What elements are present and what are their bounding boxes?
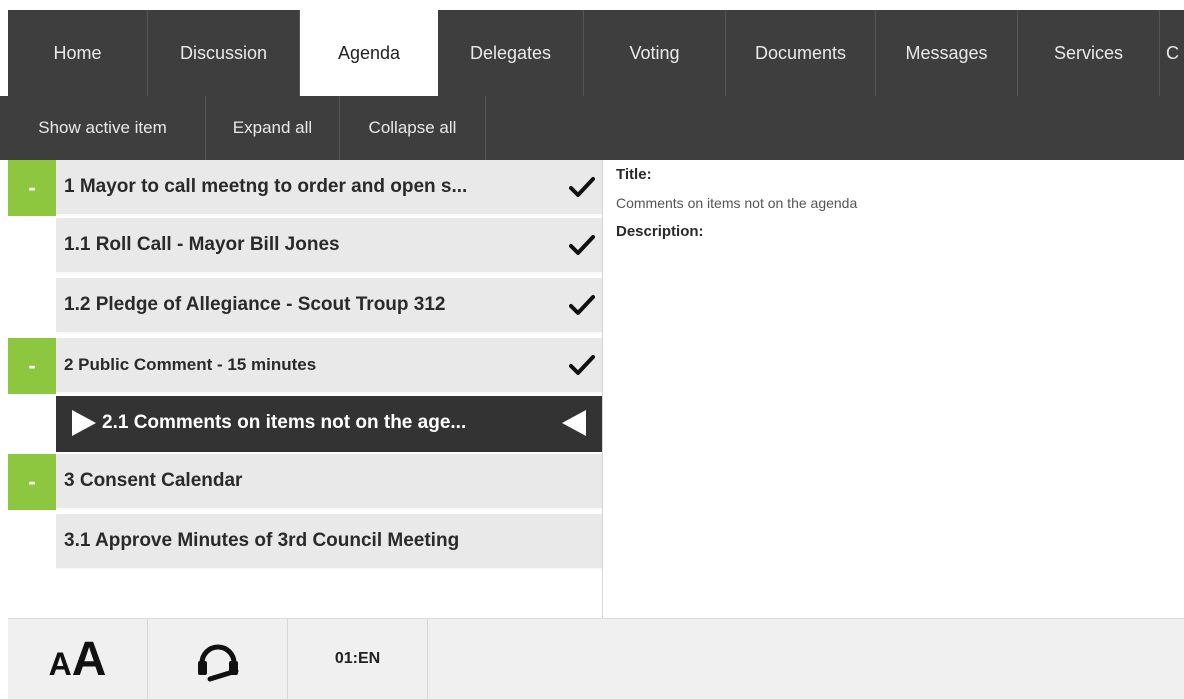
agenda-item[interactable]: 1.2 Pledge of Allegiance - Scout Troup 3… <box>8 278 602 334</box>
title-value: Comments on items not on the agenda <box>616 195 858 211</box>
description-label: Description: <box>616 223 704 240</box>
agenda-item-label: 2 Public Comment - 15 minutes <box>64 355 317 374</box>
agenda-item[interactable]: 1.1 Roll Call - Mayor Bill Jones <box>8 218 602 274</box>
headset-button[interactable] <box>148 619 288 699</box>
collapse-toggle[interactable]: - <box>8 454 56 510</box>
agenda-item-body[interactable]: 1.1 Roll Call - Mayor Bill Jones <box>56 218 602 274</box>
check-icon <box>562 294 602 316</box>
collapse-toggle[interactable]: - <box>8 160 56 216</box>
agenda-item[interactable]: - 3 Consent Calendar <box>8 454 602 510</box>
title-label: Title: <box>616 166 652 183</box>
agenda-item-body[interactable]: 1.2 Pledge of Allegiance - Scout Troup 3… <box>56 278 602 334</box>
tab-messages[interactable]: Messages <box>876 10 1018 96</box>
language-channel-label: 01:EN <box>334 650 381 667</box>
footer-bar: AA 01:EN <box>8 618 1184 699</box>
play-right-icon <box>70 408 98 438</box>
agenda-item-label: 1.2 Pledge of Allegiance - Scout Troup 3… <box>64 294 446 315</box>
expand-all-button[interactable]: Expand all <box>206 96 340 160</box>
agenda-item-label: 2.1 Comments on items not on the age... <box>102 412 467 433</box>
language-channel-button[interactable]: 01:EN <box>288 619 428 699</box>
text-size-button[interactable]: AA <box>8 619 148 699</box>
agenda-item-body[interactable]: 3.1 Approve Minutes of 3rd Council Meeti… <box>56 514 602 570</box>
pane-divider <box>602 160 603 618</box>
text-size-big: A <box>71 632 107 686</box>
main-nav: Home Discussion Agenda Delegates Voting … <box>8 10 1184 96</box>
agenda-toolbar: Show active item Expand all Collapse all <box>0 96 1184 160</box>
agenda-item-label: 3.1 Approve Minutes of 3rd Council Meeti… <box>64 530 460 551</box>
show-active-item-button[interactable]: Show active item <box>0 96 206 160</box>
tab-home[interactable]: Home <box>8 10 148 96</box>
agenda-item-body[interactable]: 3 Consent Calendar <box>56 454 602 510</box>
tab-voting[interactable]: Voting <box>584 10 726 96</box>
agenda-item-active[interactable]: 2.1 Comments on items not on the age... <box>8 396 602 452</box>
agenda-item[interactable]: - 2 Public Comment - 15 minutes <box>8 338 602 394</box>
item-detail: Title: Comments on items not on the agen… <box>616 166 1176 240</box>
check-icon <box>562 354 602 376</box>
headset-icon <box>192 633 244 685</box>
agenda-list: - 1 Mayor to call meetng to order and op… <box>8 160 602 618</box>
agenda-item-label: 1.1 Roll Call - Mayor Bill Jones <box>64 234 340 255</box>
tab-delegates[interactable]: Delegates <box>438 10 584 96</box>
check-icon <box>562 234 602 256</box>
tab-services[interactable]: Services <box>1018 10 1160 96</box>
agenda-item[interactable]: - 1 Mayor to call meetng to order and op… <box>8 160 602 216</box>
tab-documents[interactable]: Documents <box>726 10 876 96</box>
agenda-item-body[interactable]: 1 Mayor to call meetng to order and open… <box>56 160 602 216</box>
text-size-icon: AA <box>49 632 107 687</box>
tab-more[interactable]: C <box>1160 10 1184 96</box>
agenda-item-body[interactable]: 2 Public Comment - 15 minutes <box>56 338 602 394</box>
check-icon <box>562 176 602 198</box>
tab-discussion[interactable]: Discussion <box>148 10 300 96</box>
tab-agenda[interactable]: Agenda <box>300 10 438 96</box>
collapse-all-button[interactable]: Collapse all <box>340 96 486 160</box>
agenda-item-label: 3 Consent Calendar <box>64 470 243 491</box>
agenda-item-body[interactable]: 2.1 Comments on items not on the age... <box>56 396 602 452</box>
text-size-small: A <box>48 645 72 682</box>
agenda-item-label: 1 Mayor to call meetng to order and open… <box>64 176 468 197</box>
collapse-toggle[interactable]: - <box>8 338 56 394</box>
agenda-item[interactable]: 3.1 Approve Minutes of 3rd Council Meeti… <box>8 514 602 570</box>
play-left-icon <box>560 408 588 438</box>
